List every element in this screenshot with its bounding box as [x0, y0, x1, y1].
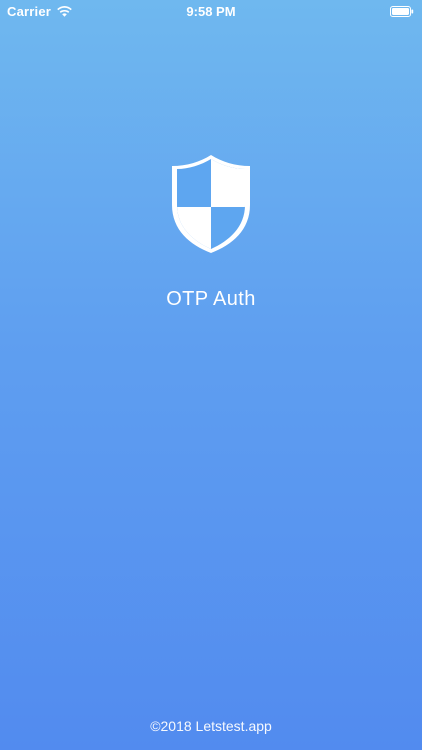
status-bar: Carrier 9:58 PM — [0, 0, 422, 24]
status-time: 9:58 PM — [186, 4, 236, 19]
app-title: OTP Auth — [166, 288, 256, 310]
copyright-text: ©2018 Letstest.app — [150, 718, 272, 734]
battery-icon — [390, 6, 414, 17]
shield-icon — [172, 155, 250, 253]
